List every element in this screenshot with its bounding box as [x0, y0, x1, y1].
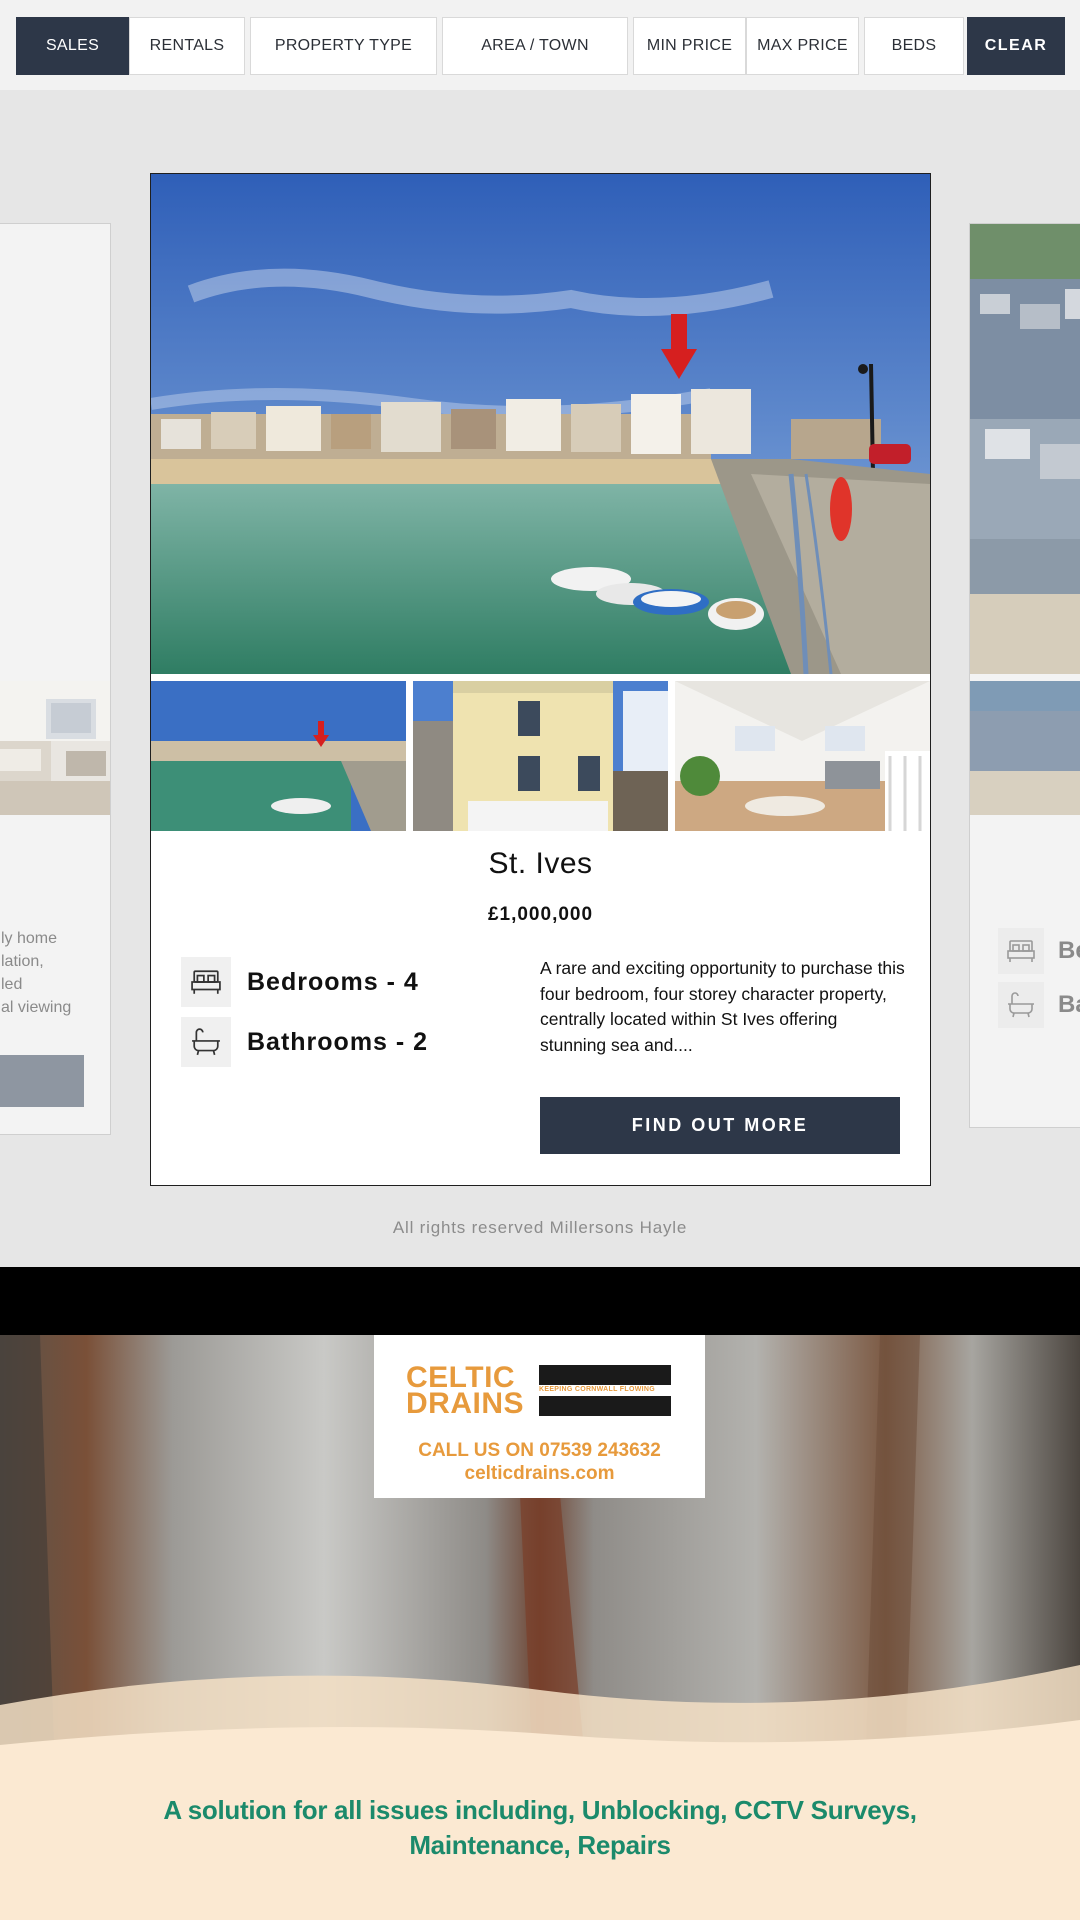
ad-website[interactable]: celticdrains.com: [374, 1463, 705, 1485]
previous-property-photo: [0, 681, 110, 815]
bath-icon: [998, 982, 1044, 1028]
filter-bar: SALES RENTALS PROPERTY TYPE AREA / TOWN …: [0, 0, 1080, 90]
ad-tagline-line-2: Maintenance, Repairs: [409, 1830, 671, 1860]
next-property-bedrooms-label: Be: [1058, 937, 1080, 964]
min-price-filter[interactable]: MIN PRICE: [633, 17, 746, 75]
property-type-filter[interactable]: PROPERTY TYPE: [250, 17, 437, 75]
find-out-more-button[interactable]: FIND OUT MORE: [540, 1097, 900, 1154]
clear-filters-button[interactable]: CLEAR: [967, 17, 1065, 75]
previous-property-desc-line: ly home: [1, 930, 58, 947]
bedrooms-label: Bedrooms - 4: [247, 967, 419, 996]
beds-filter[interactable]: BEDS: [864, 17, 964, 75]
ad-top-band: [0, 1267, 1080, 1335]
property-price: £1,000,000: [487, 904, 594, 925]
logo-bar-bottom: [539, 1396, 671, 1416]
bathrooms-feature: Bathrooms - 2: [181, 1017, 428, 1067]
property-thumbnail-3[interactable]: [675, 681, 930, 831]
brand-line-2: DRAINS: [406, 1387, 525, 1420]
bedrooms-feature: Bedrooms - 4: [181, 957, 419, 1007]
copyright-text: All rights reserved Millersons Hayle: [392, 1218, 688, 1237]
rentals-filter-button[interactable]: RENTALS: [129, 17, 245, 75]
celtic-drains-logo[interactable]: CELTIC DRAINS KEEPING CORNWALL FLOWING C…: [374, 1335, 705, 1498]
previous-property-desc-line: led: [1, 976, 23, 993]
next-property-bathrooms: Ba: [998, 982, 1080, 1028]
property-thumbnail-1[interactable]: [151, 681, 406, 831]
previous-property-desc-line: lation,: [1, 953, 44, 970]
next-property-card[interactable]: Be Ba: [969, 223, 1080, 1128]
ad-phone: CALL US ON 07539 243632: [418, 1440, 661, 1461]
property-card: St. Ives £1,000,000 Bedrooms - 4 Bathroo…: [150, 173, 931, 1186]
next-property-bedrooms: Be: [998, 928, 1080, 974]
property-description: A rare and exciting opportunity to purch…: [540, 958, 905, 1055]
property-title: St. Ives: [488, 847, 593, 880]
next-property-bathrooms-label: Ba: [1058, 991, 1080, 1018]
max-price-filter[interactable]: MAX PRICE: [746, 17, 859, 75]
ad-tagline-line-1: A solution for all issues including, Unb…: [163, 1795, 917, 1825]
bathrooms-label: Bathrooms - 2: [247, 1027, 429, 1056]
previous-find-out-more-button[interactable]: [0, 1055, 84, 1107]
next-property-photo: [970, 224, 1080, 674]
bath-icon: [181, 1017, 231, 1067]
previous-property-card[interactable]: ly home lation, led al viewing: [0, 223, 111, 1135]
property-thumbnail-2[interactable]: [413, 681, 668, 831]
area-town-filter[interactable]: AREA / TOWN: [442, 17, 628, 75]
next-property-thumb: [970, 681, 1080, 815]
brand-tagline: KEEPING CORNWALL FLOWING: [539, 1386, 655, 1393]
logo-bar-top: [539, 1365, 671, 1385]
bed-icon: [181, 957, 231, 1007]
bed-icon: [998, 928, 1044, 974]
previous-property-desc-line: al viewing: [1, 999, 72, 1016]
sales-filter-button[interactable]: SALES: [16, 17, 129, 75]
property-hero-photo[interactable]: [151, 174, 930, 674]
